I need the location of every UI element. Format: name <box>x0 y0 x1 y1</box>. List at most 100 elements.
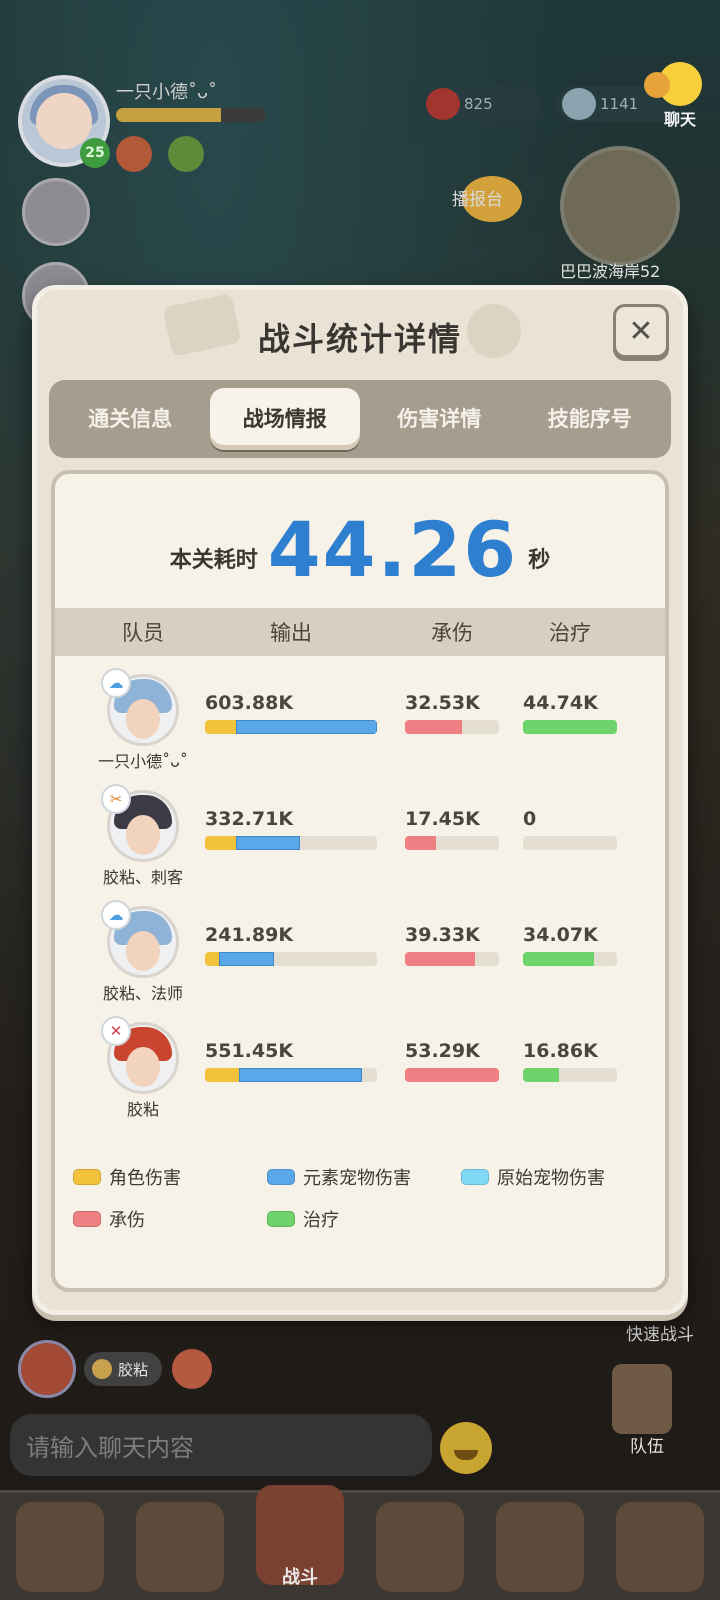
heal-value: 44.74K <box>523 692 598 714</box>
legend-damage-taken: 承伤 <box>73 1206 145 1232</box>
taken-stat: 39.33K <box>405 924 499 966</box>
taken-bar <box>405 952 499 966</box>
minimap[interactable] <box>560 146 680 266</box>
member-cell: ☁ 胶粘、法师 <box>95 900 191 1004</box>
team-icon[interactable] <box>612 1364 672 1434</box>
stats-table-header: 队员 输出 承伤 治疗 <box>55 608 665 656</box>
taken-fill <box>405 836 437 850</box>
pet-buff-icon[interactable] <box>168 136 204 172</box>
taken-fill <box>405 952 475 966</box>
star-count: 825 <box>464 95 493 113</box>
gem-count: 1141 <box>600 95 639 113</box>
legend-role-damage: 角色伤害 <box>73 1164 181 1190</box>
output-stat: 241.89K <box>205 924 377 966</box>
legend-healing: 治疗 <box>267 1206 339 1232</box>
player-name: 一只小德˚ᴗ˚ <box>116 82 218 103</box>
gem-icon <box>562 88 596 120</box>
output-bar <box>205 836 377 850</box>
starfish-icon <box>426 88 460 120</box>
tab-battlefield-intel[interactable]: 战场情报 <box>209 388 360 450</box>
heal-value: 16.86K <box>523 1040 598 1062</box>
tab-clear-info[interactable]: 通关信息 <box>55 388 206 450</box>
legend-label: 元素宠物伤害 <box>303 1168 411 1189</box>
crossed-blades-icon: ✂ <box>101 784 131 814</box>
output-bar <box>205 720 377 734</box>
battle-stats-modal: 战斗统计详情 ✕ 通关信息 战场情报 伤害详情 技能序号 本关耗时 44.26 … <box>32 285 688 1315</box>
taken-value: 17.45K <box>405 808 480 830</box>
stats-panel: 本关耗时 44.26 秒 队员 输出 承伤 治疗 ☁ 一只小德˚ᴗ˚ 603.88K… <box>51 470 669 1292</box>
heal-stat: 34.07K <box>523 924 617 966</box>
col-member: 队员 <box>122 621 164 645</box>
crossed-swords-icon: ✕ <box>101 1016 131 1046</box>
chat-button[interactable]: 聊天 <box>644 62 710 129</box>
taken-value: 32.53K <box>405 692 480 714</box>
nav-battle[interactable]: 战斗 <box>256 1484 344 1588</box>
legend-swatch <box>267 1211 295 1227</box>
close-button[interactable]: ✕ <box>613 304 669 358</box>
member-row: ✂ 胶粘、刺客 332.71K 17.45K 0 <box>55 784 665 906</box>
heal-value: 34.07K <box>523 924 598 946</box>
side-avatar-1[interactable] <box>22 178 90 246</box>
col-output: 输出 <box>270 621 312 645</box>
member-name: 胶粘、法师 <box>102 984 183 1003</box>
output-role-segment <box>205 836 236 850</box>
nav-pet-3[interactable] <box>496 1501 584 1592</box>
output-pet-segment <box>239 1068 362 1082</box>
taken-bar <box>405 1068 499 1082</box>
taken-stat: 17.45K <box>405 808 499 850</box>
heal-stat: 0 <box>523 808 617 850</box>
taken-stat: 32.53K <box>405 692 499 734</box>
team-label: 队伍 <box>630 1437 664 1457</box>
heal-stat: 44.74K <box>523 692 617 734</box>
col-damage-taken: 承伤 <box>431 621 473 645</box>
chat-label: 聊天 <box>663 110 696 129</box>
legend-swatch <box>267 1169 295 1185</box>
output-role-segment <box>205 1068 240 1082</box>
chat-bubble-icon <box>644 62 702 106</box>
nav-battle-label: 战斗 <box>282 1566 318 1588</box>
tab-bar: 通关信息 战场情报 伤害详情 技能序号 <box>49 380 671 458</box>
tab-damage-details[interactable]: 伤害详情 <box>364 388 515 450</box>
nav-pet-1[interactable] <box>16 1501 104 1592</box>
leader-pet-icon[interactable] <box>172 1349 213 1389</box>
output-role-segment <box>205 720 236 734</box>
player-xp-bar <box>116 108 266 122</box>
output-pet-segment <box>235 720 377 734</box>
output-stat: 332.71K <box>205 808 377 850</box>
buff-icon[interactable] <box>116 136 152 172</box>
leader-avatar[interactable] <box>18 1340 76 1398</box>
legend-label: 原始宠物伤害 <box>497 1168 605 1189</box>
legend-swatch <box>73 1169 101 1185</box>
nav-pet-2[interactable] <box>376 1501 464 1592</box>
swirl-icon: ☁ <box>101 668 131 698</box>
nav-pet-4[interactable] <box>616 1501 704 1592</box>
taken-value: 39.33K <box>405 924 480 946</box>
legend-primal-pet-damage: 原始宠物伤害 <box>461 1164 605 1190</box>
leader-name-chip[interactable]: 胶粘 <box>84 1352 163 1386</box>
member-name: 胶粘 <box>126 1100 159 1119</box>
legend-label: 治疗 <box>303 1210 339 1231</box>
nav-character[interactable] <box>136 1501 224 1592</box>
heal-fill <box>523 720 617 734</box>
member-name: 一只小德˚ᴗ˚ <box>98 752 188 771</box>
output-value: 332.71K <box>205 808 294 830</box>
quick-battle-button[interactable]: 快速战斗 <box>626 1320 694 1345</box>
output-bar <box>205 952 377 966</box>
member-row: ☁ 胶粘、法师 241.89K 39.33K 34.07K <box>55 900 665 1022</box>
clear-time-row: 本关耗时 44.26 秒 <box>55 510 665 590</box>
output-role-segment <box>205 952 219 966</box>
star-resource[interactable]: 825 <box>420 86 540 122</box>
heal-bar <box>523 952 617 966</box>
legend-swatch <box>73 1211 101 1227</box>
emoji-icon[interactable] <box>440 1422 492 1474</box>
legend-label: 角色伤害 <box>109 1168 181 1189</box>
tab-skill-order[interactable]: 技能序号 <box>515 388 666 450</box>
output-pet-segment <box>235 836 300 850</box>
heal-value: 0 <box>523 808 537 830</box>
chat-input[interactable]: 请输入聊天内容 <box>10 1414 432 1476</box>
taken-stat: 53.29K <box>405 1040 499 1082</box>
output-value: 551.45K <box>205 1040 294 1062</box>
taken-bar <box>405 720 499 734</box>
map-location-label: 巴巴波海岸52 <box>560 262 661 281</box>
output-stat: 603.88K <box>205 692 377 734</box>
